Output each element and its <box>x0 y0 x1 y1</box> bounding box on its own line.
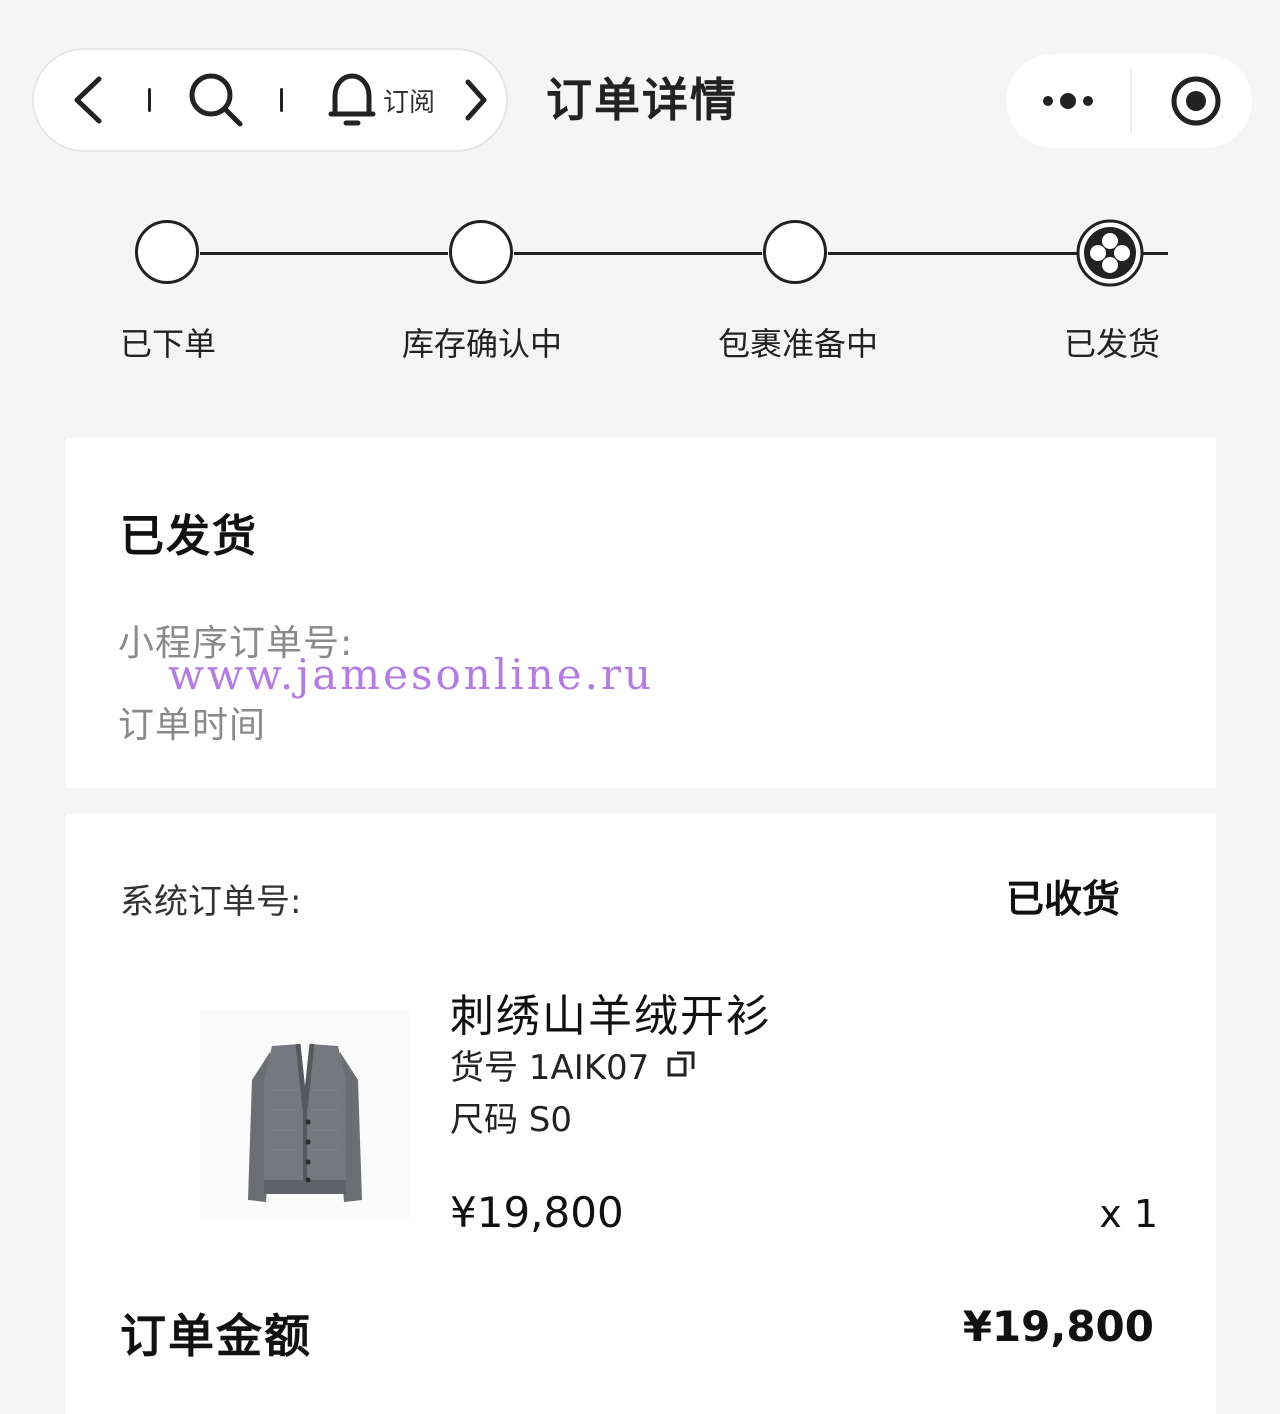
product-price: ¥19,800 <box>450 1188 624 1237</box>
order-time-label: 订单时间 <box>118 705 267 746</box>
status-title: 已发货 <box>120 511 258 562</box>
step-2-label: 库存确认中 <box>401 325 562 363</box>
copy-button[interactable] <box>665 1049 697 1081</box>
step-2-marker <box>449 220 513 284</box>
step-3-label: 包裹准备中 <box>717 325 878 363</box>
product-name: 刺绣山羊绒开衫 <box>450 991 772 1042</box>
product-sku: 货号 1AIK07 <box>450 1048 650 1088</box>
copy-icon <box>667 1051 695 1076</box>
watermark-text: www.jamesonline.ru <box>168 650 655 699</box>
cardigan-image <box>248 1043 362 1202</box>
step-4-label: 已发货 <box>1063 325 1160 363</box>
product-sku-row: 货号 1AIK07 <box>450 1040 697 1089</box>
order-total-label: 订单金额 <box>120 1309 312 1363</box>
product-size: 尺码 S0 <box>450 1100 573 1140</box>
order-total-value: ¥19,800 <box>962 1302 1154 1351</box>
step-4-active-icon <box>1076 219 1144 287</box>
step-1-label: 已下单 <box>119 325 216 363</box>
product-quantity: x 1 <box>1099 1192 1158 1236</box>
order-state-badge: 已收货 <box>1005 877 1120 921</box>
order-progress: 已下单 库存确认中 包裹准备中 已发货 <box>0 0 1280 400</box>
system-order-label: 系统订单号: <box>120 882 302 922</box>
step-connector <box>200 252 448 255</box>
step-connector <box>514 252 762 255</box>
step-1-marker <box>135 220 199 284</box>
step-3-marker <box>763 220 827 284</box>
product-image[interactable] <box>200 1010 410 1220</box>
